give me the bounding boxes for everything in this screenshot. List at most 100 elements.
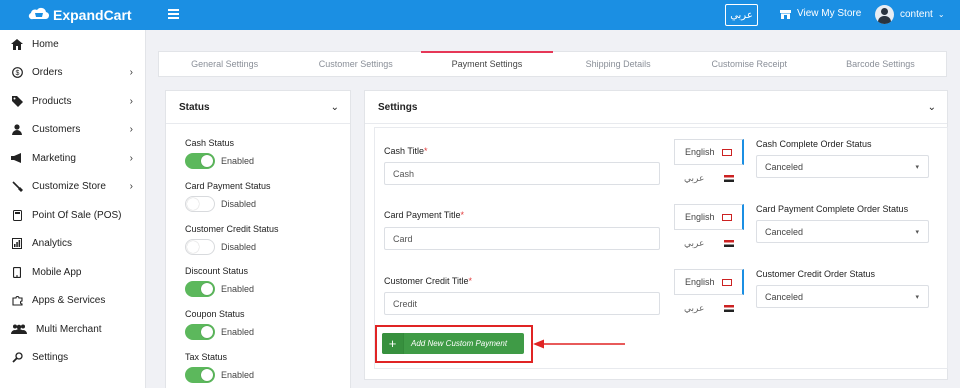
chevron-right-icon: › [129,95,133,107]
tab-general-settings[interactable]: General Settings [159,52,290,76]
tab-shipping-details[interactable]: Shipping Details [553,52,684,76]
store-icon [780,9,791,19]
status-label: Customer Credit Status [185,224,279,234]
status-item-card-payment: Card Payment Status Disabled [185,181,271,212]
sidebar-item-orders[interactable]: $ Orders › [0,58,146,86]
toggle-state: Disabled [221,242,257,252]
customer-credit-title-label: Customer Credit Title* [384,276,473,286]
toggle-state: Disabled [221,199,257,209]
top-bar: ExpandCart عربي View My Store content ⌄ [0,0,960,30]
logo-text: ExpandCart [53,7,132,23]
status-item-customer-credit: Customer Credit Status Disabled [185,224,279,255]
card-payment-complete-order-status-select[interactable]: Canceled ▾ [756,220,929,243]
language-arabic-tab[interactable]: عربي [674,230,744,256]
add-new-custom-payment-button[interactable]: + Add New Custom Payment [382,333,524,354]
cash-complete-order-status-select[interactable]: Canceled ▾ [756,155,929,178]
sidebar-item-marketing[interactable]: Marketing › [0,144,146,172]
status-label: Discount Status [185,266,249,276]
sidebar-item-customize-store[interactable]: Customize Store › [0,172,146,200]
gear-icon [11,351,23,363]
sidebar-item-products[interactable]: Products › [0,87,146,115]
chevron-down-icon: ▾ [915,163,919,171]
chevron-down-icon: ▾ [915,293,919,301]
svg-text:$: $ [15,70,19,77]
add-button-label: Add New Custom Payment [411,339,508,348]
sidebar-item-analytics[interactable]: Analytics [0,229,146,257]
customer-credit-order-status-select[interactable]: Canceled ▾ [756,285,929,308]
home-icon [11,38,23,50]
cash-status-toggle[interactable] [185,153,215,169]
sidebar: Home $ Orders › Products › Customers › M… [0,30,146,388]
toggle-state: Enabled [221,370,255,380]
customer-credit-title-language-switch: English عربي [674,269,744,324]
tab-customer-settings[interactable]: Customer Settings [290,52,421,76]
avatar [875,5,894,24]
status-label: Coupon Status [185,309,245,319]
egypt-flag-icon [724,304,734,312]
language-english-tab[interactable]: English [674,269,744,295]
uk-flag-icon [722,148,732,156]
cash-title-label: Cash Title* [384,146,428,156]
toggle-state: Enabled [221,327,255,337]
toggle-state: Enabled [221,284,255,294]
status-label: Tax Status [185,352,228,362]
language-arabic-tab[interactable]: عربي [674,165,744,191]
status-item-tax: Tax Status Enabled [185,352,254,383]
sidebar-item-settings[interactable]: Settings [0,343,146,371]
egypt-flag-icon [724,174,734,182]
dollar-icon: $ [11,66,23,78]
uk-flag-icon [722,213,732,221]
chevron-down-icon: ▾ [915,228,919,236]
tab-payment-settings[interactable]: Payment Settings [421,51,553,76]
card-payment-title-label: Card Payment Title* [384,210,465,220]
toggle-state: Enabled [221,156,255,166]
chevron-right-icon: › [129,152,133,164]
group-icon [11,323,27,335]
user-menu[interactable]: content ⌄ [875,5,945,24]
discount-status-toggle[interactable] [185,281,215,297]
sidebar-item-home[interactable]: Home [0,30,146,58]
view-store-label: View My Store [797,8,862,19]
status-panel-header[interactable]: Status ⌄ [166,91,350,124]
customer-credit-status-toggle[interactable] [185,239,215,255]
card-payment-title-language-switch: English عربي [674,204,744,259]
logo[interactable]: ExpandCart [28,6,132,24]
card-payment-status-label: Card Payment Complete Order Status [756,204,909,214]
status-item-cash: Cash Status Enabled [185,138,254,169]
chevron-right-icon: › [129,123,133,135]
customer-credit-title-input[interactable]: Credit [384,292,660,315]
user-icon [11,123,23,135]
card-payment-title-input[interactable]: Card [384,227,660,250]
language-button[interactable]: عربي [725,4,758,26]
status-label: Card Payment Status [185,181,271,191]
cash-title-input[interactable]: Cash [384,162,660,185]
mobile-icon [11,266,23,278]
card-payment-status-toggle[interactable] [185,196,215,212]
tab-barcode-settings[interactable]: Barcode Settings [815,52,946,76]
sidebar-item-mobile-app[interactable]: Mobile App [0,258,146,286]
egypt-flag-icon [724,239,734,247]
sidebar-item-customers[interactable]: Customers › [0,115,146,143]
chevron-down-icon: ⌄ [937,10,945,19]
language-arabic-tab[interactable]: عربي [674,295,744,321]
view-store-link[interactable]: View My Store [780,8,861,19]
tab-customise-receipt[interactable]: Customise Receipt [684,52,815,76]
sidebar-item-apps-services[interactable]: Apps & Services [0,286,146,314]
tax-status-toggle[interactable] [185,367,215,383]
language-english-tab[interactable]: English [674,139,744,165]
status-item-coupon: Coupon Status Enabled [185,309,254,340]
status-item-discount: Discount Status Enabled [185,266,254,297]
annotation-arrow [533,339,625,349]
status-panel-title: Status [179,101,210,113]
sidebar-item-pos[interactable]: Point Of Sale (POS) [0,201,146,229]
status-label: Cash Status [185,138,235,148]
chart-icon [11,237,23,249]
settings-panel-header[interactable]: Settings ⌄ [365,91,947,124]
menu-toggle-icon[interactable] [168,9,179,19]
sidebar-item-multi-merchant[interactable]: Multi Merchant [0,315,146,343]
settings-panel-title: Settings [378,101,418,113]
language-english-tab[interactable]: English [674,204,744,230]
coupon-status-toggle[interactable] [185,324,215,340]
user-name: content [900,9,933,20]
plus-icon: + [382,333,404,354]
